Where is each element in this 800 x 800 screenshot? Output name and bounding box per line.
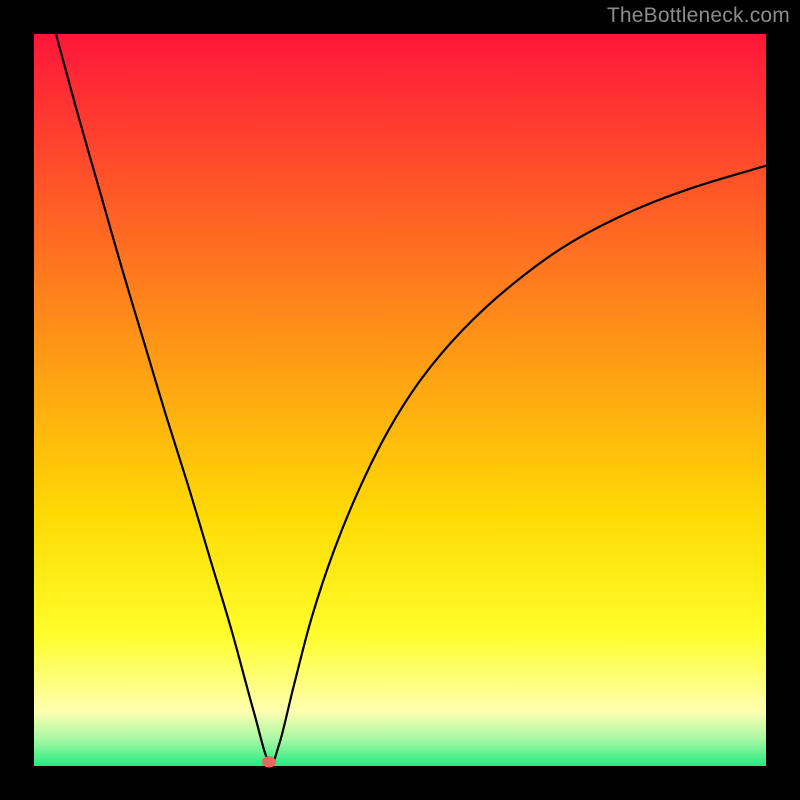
watermark-label: TheBottleneck.com (607, 4, 790, 28)
plot-area (34, 34, 766, 766)
bottleneck-curve (56, 34, 766, 763)
minimum-marker (262, 756, 276, 767)
chart-frame: TheBottleneck.com (0, 0, 800, 800)
curve-svg (34, 34, 766, 766)
